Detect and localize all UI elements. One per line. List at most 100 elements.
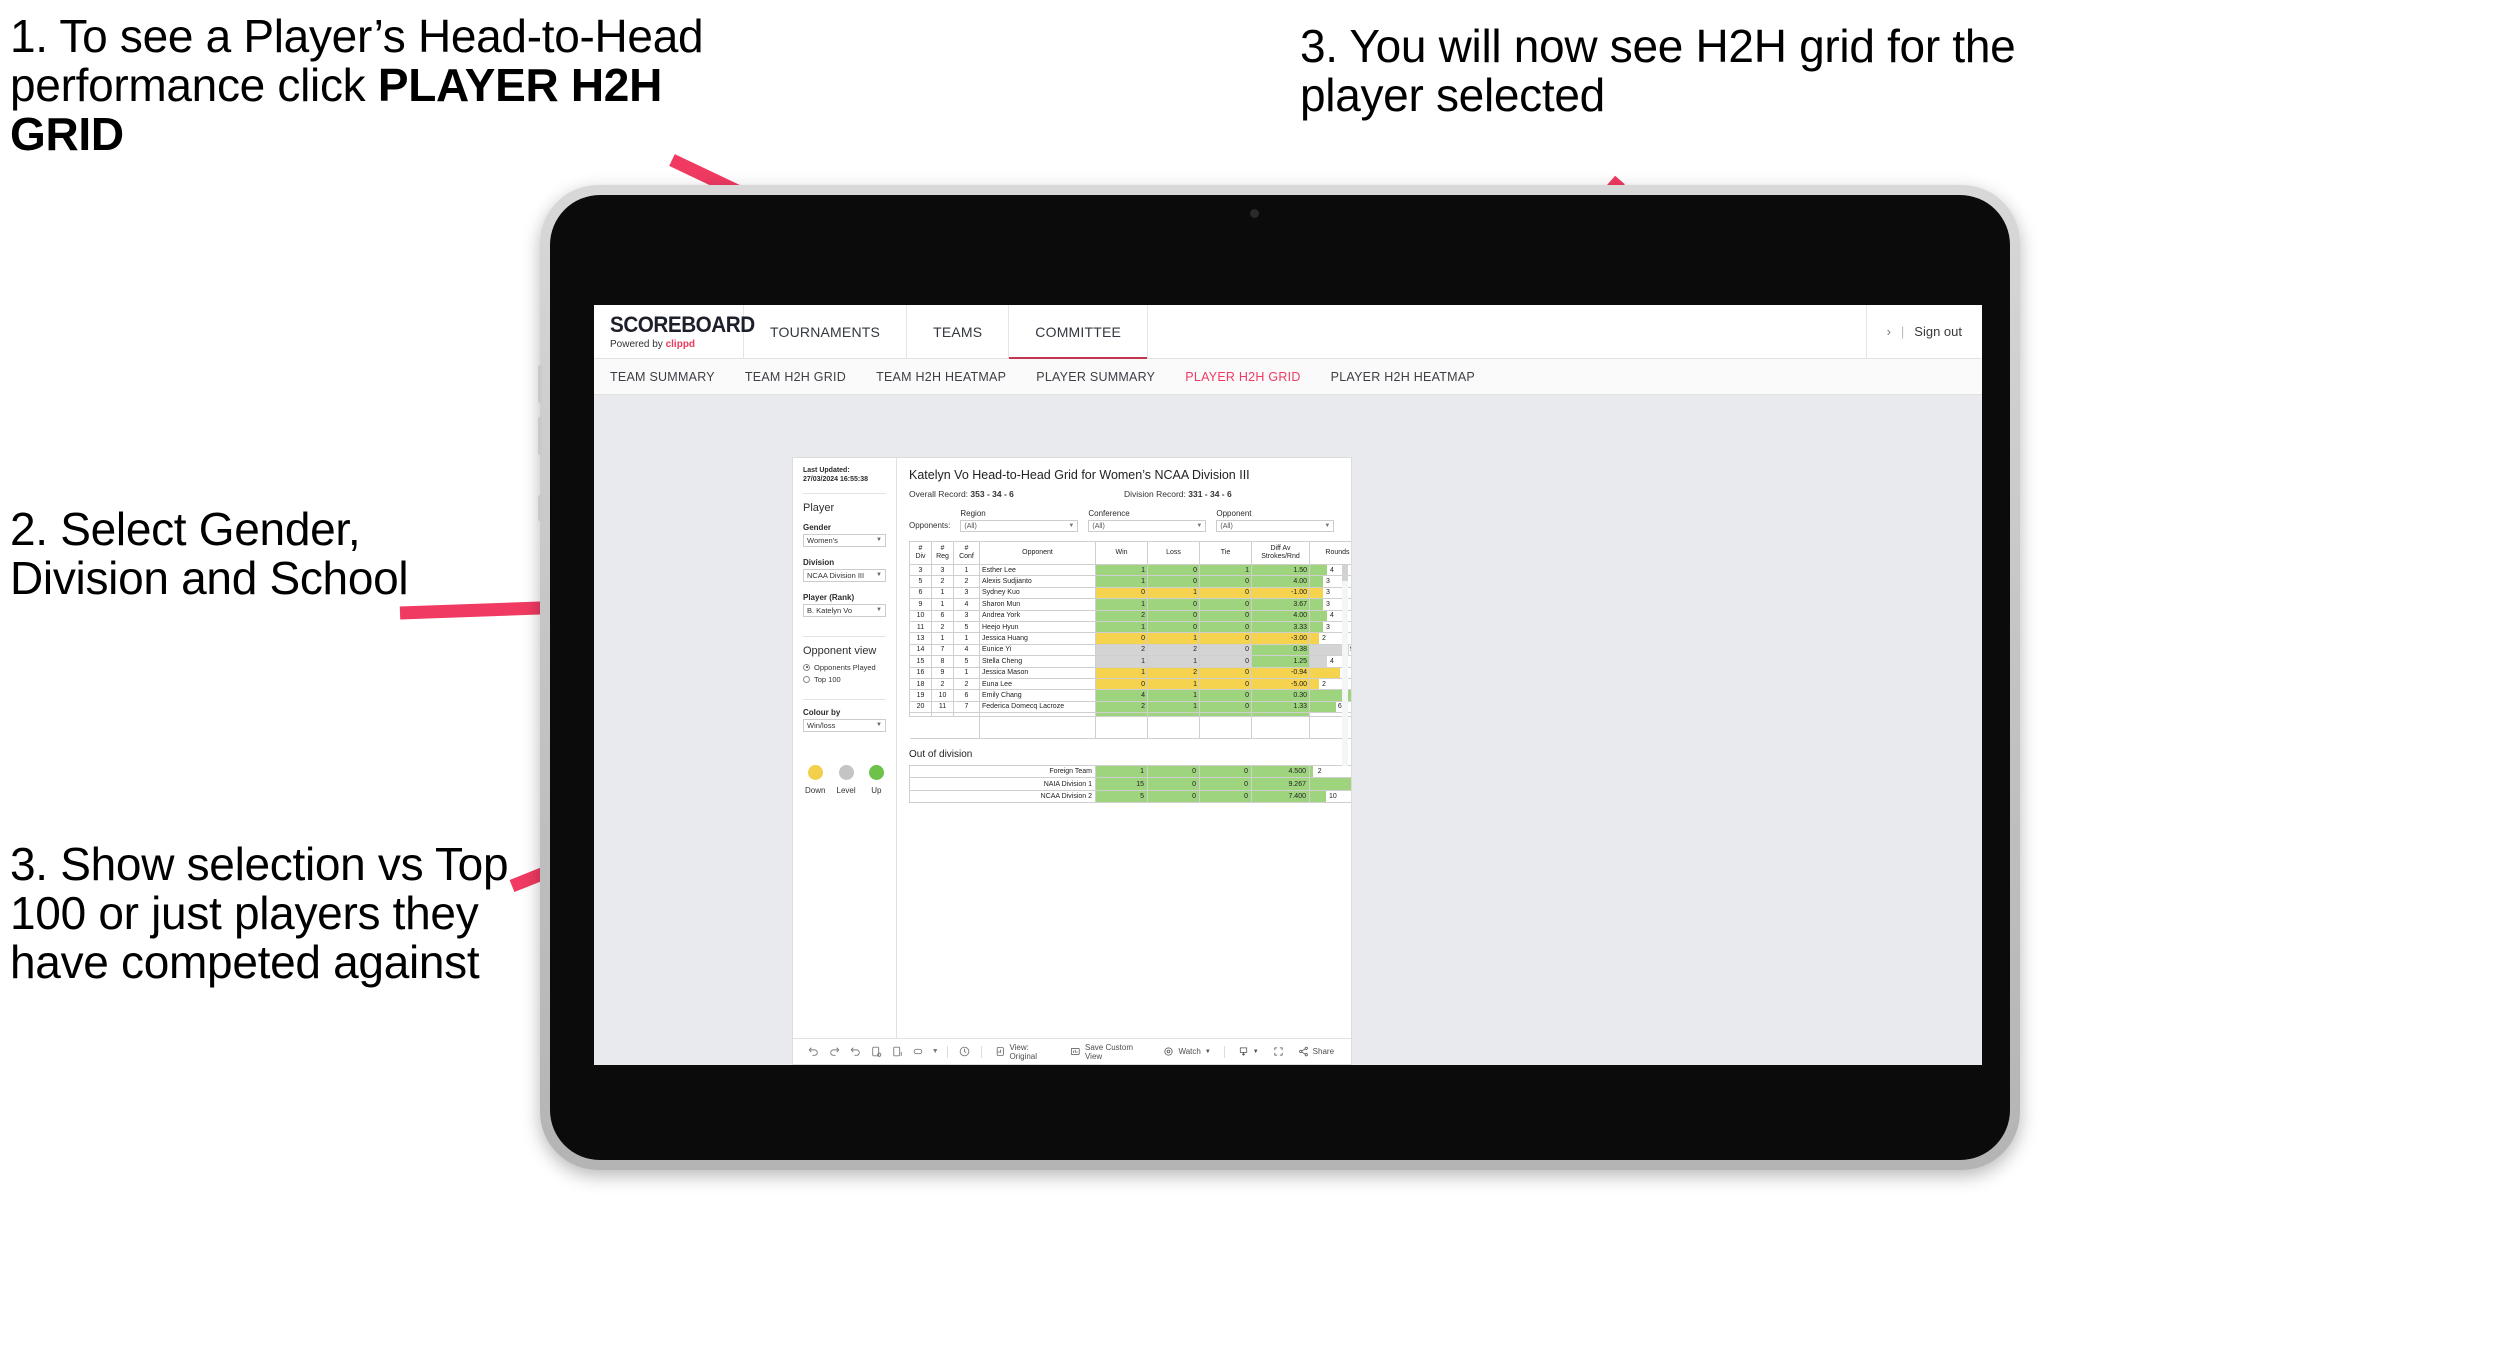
sign-out-link[interactable]: Sign out (1914, 324, 1962, 339)
column-header-opponent[interactable]: Opponent (979, 541, 1096, 565)
column-header-div[interactable]: # Div (909, 541, 932, 565)
gender-select[interactable]: Women's ▼ (803, 533, 886, 547)
cell-reg: 2 (931, 620, 954, 634)
cell-reg: 1 (931, 586, 954, 600)
cell-opponent: Andrea York (979, 609, 1096, 622)
cell-conf: 4 (953, 598, 980, 611)
redo-icon[interactable] (824, 1043, 845, 1061)
app-screen: SCOREBOARD Powered by clippd TOURNAMENTS… (594, 305, 1982, 1065)
cell-conf: 7 (953, 700, 980, 714)
subnav-player-h2h-grid[interactable]: PLAYER H2H GRID (1185, 370, 1300, 384)
fullscreen-button[interactable] (1266, 1046, 1291, 1057)
subnav-team-h2h-heatmap[interactable]: TEAM H2H HEATMAP (876, 370, 1006, 384)
out-of-division-row[interactable]: NAIA Division 115009.26730 (909, 777, 1351, 791)
cell-loss: 0 (1147, 598, 1200, 611)
top-nav-tournaments[interactable]: TOURNAMENTS (744, 305, 908, 358)
colour-by-value: Win/loss (807, 720, 836, 730)
column-header-rounds[interactable]: Rounds (1309, 541, 1351, 565)
view-original-label: View: Original (1009, 1042, 1038, 1061)
volume-down-button[interactable] (538, 417, 542, 455)
table-row[interactable]: 5 2 2 Alexis Sudjianto 1 0 0 4.00 3 (909, 575, 1351, 588)
highlight-icon[interactable] (908, 1043, 929, 1061)
download-button[interactable]: ▼ (1231, 1046, 1266, 1057)
table-row[interactable]: 13 1 1 Jessica Huang 0 1 0 -3.00 2 (909, 632, 1351, 645)
table-row[interactable]: 1474Eunice Yi2200.389 (909, 643, 1351, 657)
view-original-button[interactable]: View: Original (988, 1043, 1064, 1061)
table-row[interactable]: 18 2 2 Euna Lee 0 1 0 -5.00 2 (909, 677, 1351, 691)
column-header-tie[interactable]: Tie (1199, 541, 1252, 565)
highlight-caret-icon[interactable]: ▼ (929, 1043, 941, 1061)
power-button[interactable] (538, 495, 542, 521)
opponent-select[interactable]: (All) ▼ (1216, 520, 1335, 532)
region-select[interactable]: (All) ▼ (960, 520, 1079, 532)
cell-diff: -3.00 (1251, 632, 1310, 645)
pause-icon[interactable] (887, 1043, 908, 1061)
radio-top-100[interactable]: Top 100 (803, 675, 886, 684)
region-label: Region (960, 509, 986, 518)
table-row[interactable]: 9 1 4 Sharon Mun 1 0 0 3.67 3 (909, 598, 1351, 611)
table-row[interactable]: 1691Jessica Mason120-0.947 (909, 666, 1351, 679)
column-header-loss[interactable]: Loss (1147, 541, 1200, 565)
column-header-win[interactable]: Win (1095, 541, 1148, 565)
conference-label: Conference (1088, 509, 1130, 518)
subnav-player-h2h-heatmap[interactable]: PLAYER H2H HEATMAP (1331, 370, 1475, 384)
cell-conf: 1 (953, 632, 980, 645)
cell-tie: 0 (1199, 689, 1252, 702)
out-of-division-row[interactable]: Foreign Team 1 0 0 4.500 2 (909, 765, 1351, 779)
column-header-conf[interactable]: # Conf (953, 541, 980, 565)
divider (981, 1045, 982, 1058)
volume-up-button[interactable] (538, 365, 542, 403)
undo-icon[interactable] (803, 1043, 824, 1061)
table-row[interactable]: 20 11 7 Federica Domecq Lacroze 2 1 0 1.33 6 (909, 700, 1351, 714)
cell-win: 2 (1095, 609, 1148, 622)
cell-win: 1 (1095, 575, 1148, 588)
cell-tie: 0 (1199, 777, 1252, 791)
watch-button[interactable]: Watch ▼ (1156, 1046, 1217, 1057)
radio-top-100-label: Top 100 (814, 674, 841, 684)
refresh-icon[interactable] (866, 1043, 887, 1061)
radio-opponents-played[interactable]: Opponents Played (803, 663, 886, 672)
table-row[interactable]: 19106Emily Chang4100.3011 (909, 689, 1351, 702)
divider (946, 1045, 948, 1058)
cell-conf: 2 (953, 677, 980, 691)
subnav-team-summary[interactable]: TEAM SUMMARY (610, 370, 715, 384)
cell-loss: 0 (1147, 575, 1200, 588)
player-rank-select[interactable]: B. Katelyn Vo ▼ (803, 603, 886, 617)
chevron-right-icon[interactable]: › (1887, 324, 1891, 339)
annotation-step-3-bottom: 3. Show selection vs Top 100 or just pla… (10, 838, 521, 989)
column-header-diff-av-strokes-rnd[interactable]: Diff Av Strokes/Rnd (1251, 541, 1310, 565)
legend-level-swatch (838, 764, 854, 780)
cell-win: 15 (1095, 777, 1148, 791)
table-row[interactable]: 6 1 3 Sydney Kuo 0 1 0 -1.00 3 (909, 586, 1351, 600)
h2h-table-wrapper: # Div # Reg # Conf Opponent Win Loss Tie Diff Av St… (909, 541, 1351, 777)
legend-down-swatch (807, 764, 823, 780)
cell-conf: 1 (953, 666, 980, 679)
revert-icon[interactable] (845, 1043, 866, 1061)
out-of-division-row[interactable]: NCAA Division 2 5 0 0 7.400 10 (909, 789, 1351, 804)
divider: | (1900, 324, 1905, 339)
radio-opponents-played-label: Opponents Played (814, 662, 876, 672)
share-button[interactable]: Share (1291, 1046, 1341, 1057)
legend-up: Up (867, 764, 886, 795)
grid-title: Katelyn Vo Head-to-Head Grid for Women’s… (909, 468, 1250, 482)
column-header-reg[interactable]: # Reg (931, 541, 954, 565)
table-row[interactable]: 11 2 5 Heejo Hyun 1 0 0 3.33 3 (909, 620, 1351, 634)
scrollbar-thumb[interactable] (1342, 565, 1348, 581)
subnav-player-summary[interactable]: PLAYER SUMMARY (1036, 370, 1155, 384)
subnav-team-h2h-grid[interactable]: TEAM H2H GRID (745, 370, 846, 384)
conference-select[interactable]: (All) ▼ (1088, 520, 1207, 532)
save-custom-view-button[interactable]: Save Custom View (1063, 1043, 1156, 1061)
top-nav-teams[interactable]: TEAMS (907, 305, 1010, 358)
table-row[interactable]: 3 3 1 Esther Lee 1 0 1 1.50 4 (909, 563, 1351, 577)
division-select[interactable]: NCAA Division III ▼ (803, 568, 886, 582)
top-nav-committee[interactable]: COMMITTEE (1009, 305, 1149, 359)
table-row[interactable]: 10 6 3 Andrea York 2 0 0 4.00 4 (909, 609, 1351, 622)
table-scrollbar[interactable] (1342, 565, 1348, 777)
colour-by-select[interactable]: Win/loss ▼ (803, 718, 886, 732)
opponents-label: Opponents: (909, 521, 951, 530)
clock-icon[interactable] (954, 1043, 975, 1061)
table-row[interactable]: 15 8 5 Stella Cheng 1 1 0 1.25 4 (909, 655, 1351, 668)
chevron-down-icon: ▼ (876, 572, 882, 579)
brand-logo[interactable]: SCOREBOARD Powered by clippd (594, 305, 755, 358)
cell-div: 20 (909, 700, 932, 714)
